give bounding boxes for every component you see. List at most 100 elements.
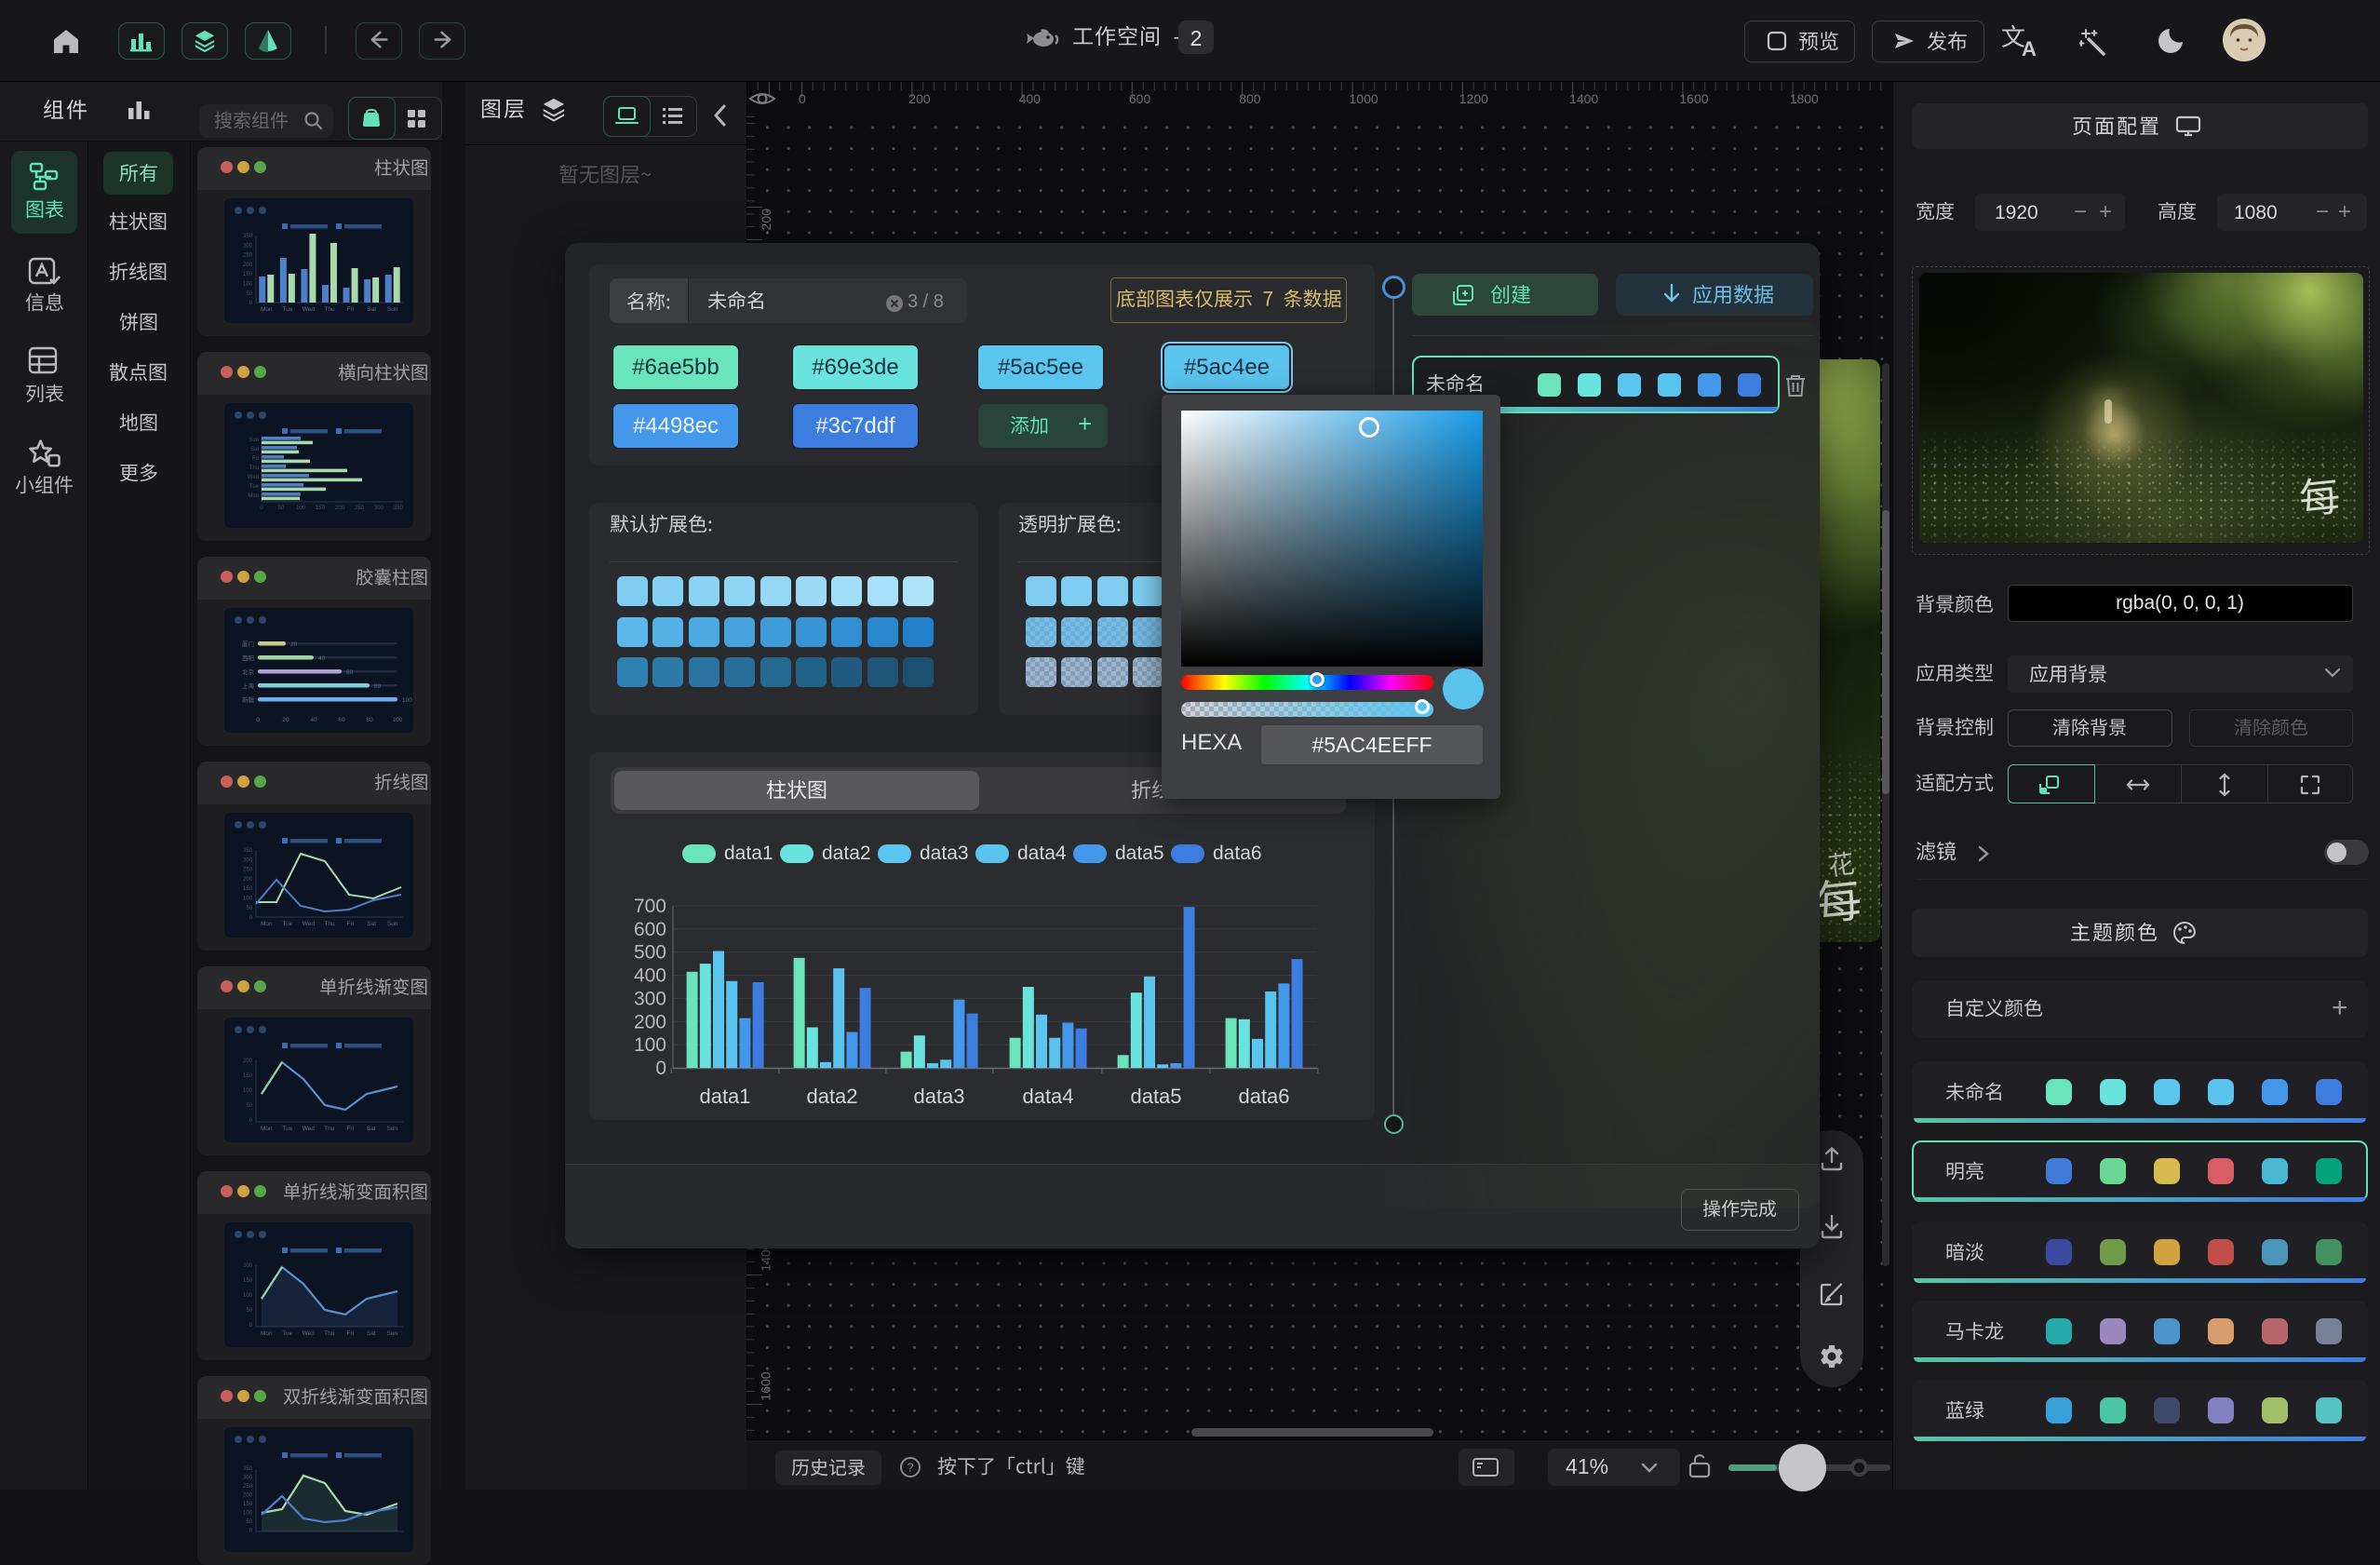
svg-text:250: 250 (243, 253, 253, 259)
svg-text:data2: data2 (806, 1085, 857, 1108)
svg-text:Mon: Mon (261, 921, 273, 927)
svg-text:50: 50 (246, 1519, 252, 1525)
svg-text:Fri: Fri (252, 456, 259, 462)
svg-text:100: 100 (243, 1511, 253, 1517)
svg-text:50: 50 (246, 1308, 252, 1314)
svg-text:200: 200 (243, 877, 253, 883)
svg-text:Tue: Tue (249, 484, 260, 490)
svg-text:100: 100 (634, 1034, 666, 1056)
svg-text:Mon: Mon (248, 493, 259, 499)
svg-text:Fri: Fri (347, 921, 355, 927)
svg-text:20: 20 (290, 641, 298, 648)
svg-text:40: 40 (310, 717, 317, 723)
svg-text:100: 100 (243, 1293, 253, 1299)
svg-text:300: 300 (243, 1476, 253, 1481)
svg-text:data5: data5 (1130, 1085, 1181, 1108)
svg-text:150: 150 (243, 1278, 253, 1284)
svg-text:Wed: Wed (303, 1330, 316, 1337)
svg-text:40: 40 (318, 655, 326, 662)
svg-text:data1: data1 (699, 1085, 750, 1108)
svg-text:上海: 上海 (242, 681, 255, 690)
svg-text:150: 150 (243, 1073, 253, 1079)
svg-text:400: 400 (634, 965, 666, 987)
svg-text:300: 300 (243, 857, 253, 863)
svg-text:Mon: Mon (261, 306, 273, 313)
svg-text:Thu: Thu (249, 465, 259, 471)
svg-text:350: 350 (243, 1466, 253, 1472)
svg-text:Sun: Sun (386, 1330, 397, 1337)
svg-text:80: 80 (374, 683, 382, 690)
svg-text:200: 200 (243, 263, 253, 268)
svg-text:Tue: Tue (282, 921, 292, 927)
svg-text:100: 100 (243, 282, 253, 288)
svg-text:Sun: Sun (386, 1126, 397, 1132)
svg-text:Thu: Thu (324, 1126, 335, 1132)
svg-text:厦门: 厦门 (242, 640, 254, 648)
svg-text:Sun: Sun (387, 306, 398, 313)
svg-text:500: 500 (634, 942, 666, 964)
svg-text:100: 100 (243, 1088, 253, 1094)
svg-text:西阳: 西阳 (242, 654, 254, 662)
svg-text:50: 50 (246, 906, 252, 911)
svg-text:200: 200 (634, 1011, 666, 1032)
svg-text:150: 150 (243, 272, 253, 277)
svg-text:Mon: Mon (261, 1126, 273, 1132)
svg-text:data3: data3 (913, 1085, 964, 1108)
svg-text:Wed: Wed (303, 306, 316, 313)
svg-text:200: 200 (335, 506, 345, 511)
svg-text:200: 200 (243, 1263, 253, 1269)
svg-text:0: 0 (655, 1058, 666, 1079)
svg-text:100: 100 (243, 897, 253, 902)
svg-text:Sat: Sat (367, 1126, 376, 1132)
svg-text:0: 0 (256, 717, 260, 723)
svg-text:新疆: 新疆 (242, 695, 255, 704)
svg-text:Sun: Sun (249, 438, 259, 443)
svg-text:250: 250 (243, 1484, 253, 1490)
svg-text:600: 600 (634, 919, 666, 940)
svg-text:350: 350 (243, 848, 253, 854)
svg-text:?: ? (907, 1461, 913, 1475)
svg-text:Tue: Tue (282, 306, 292, 313)
svg-text:250: 250 (355, 506, 365, 511)
svg-text:150: 150 (316, 506, 326, 511)
svg-text:Wed: Wed (303, 1126, 316, 1132)
svg-text:50: 50 (246, 291, 252, 297)
svg-text:100: 100 (393, 717, 403, 723)
svg-text:50: 50 (246, 1103, 252, 1109)
svg-text:Wed: Wed (303, 921, 316, 927)
svg-text:200: 200 (243, 1493, 253, 1499)
svg-text:Mon: Mon (261, 1330, 273, 1337)
svg-text:北京: 北京 (242, 668, 255, 676)
svg-text:300: 300 (243, 243, 253, 249)
svg-text:Sat: Sat (367, 306, 376, 313)
svg-text:60: 60 (346, 669, 354, 676)
svg-text:Sun: Sun (387, 921, 398, 927)
svg-text:150: 150 (243, 1502, 253, 1507)
svg-text:Fri: Fri (346, 1330, 354, 1337)
svg-text:100: 100 (402, 697, 412, 704)
svg-text:80: 80 (366, 717, 373, 723)
svg-text:250: 250 (243, 868, 253, 873)
svg-text:300: 300 (634, 988, 666, 1009)
svg-text:Fri: Fri (346, 1126, 354, 1132)
svg-text:data4: data4 (1022, 1085, 1073, 1108)
svg-text:100: 100 (296, 506, 306, 511)
svg-text:data6: data6 (1238, 1085, 1289, 1108)
svg-text:700: 700 (634, 896, 666, 917)
svg-text:Thu: Thu (324, 921, 335, 927)
svg-text:60: 60 (338, 717, 345, 723)
svg-text:Sat: Sat (367, 1330, 376, 1337)
svg-text:20: 20 (282, 717, 289, 723)
svg-text:150: 150 (243, 886, 253, 892)
svg-text:350: 350 (394, 506, 404, 511)
svg-text:Thu: Thu (324, 306, 335, 313)
svg-text:Wed: Wed (248, 475, 259, 480)
svg-text:Thu: Thu (324, 1330, 335, 1337)
svg-text:350: 350 (243, 234, 253, 239)
svg-text:300: 300 (374, 506, 384, 511)
svg-text:Sat: Sat (250, 447, 259, 452)
svg-text:200: 200 (243, 1059, 253, 1064)
svg-text:Tue: Tue (282, 1126, 292, 1132)
svg-text:Sat: Sat (367, 921, 376, 927)
svg-text:Fri: Fri (347, 306, 355, 313)
